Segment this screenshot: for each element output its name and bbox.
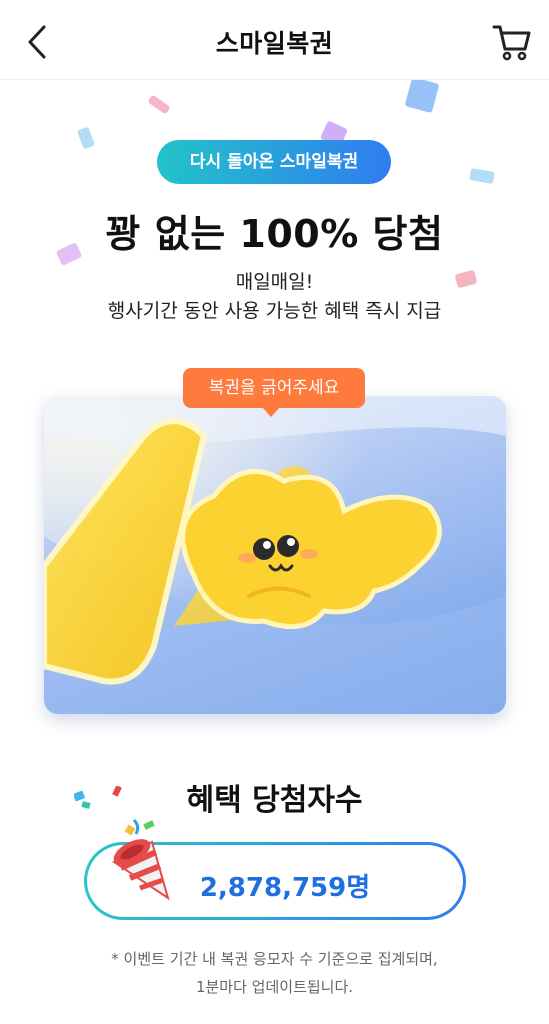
event-title: 꽝 없는 100% 당첨	[105, 212, 444, 256]
scratch-tooltip: 복권을 긁어주세요	[183, 368, 365, 408]
footnote-line2: 1분마다 업데이트됩니다.	[195, 978, 354, 996]
top-app-bar: 스마일복권	[0, 0, 549, 80]
confetti-decoration	[76, 126, 96, 150]
confetti-decoration	[147, 94, 171, 115]
cart-icon	[492, 25, 531, 61]
event-subtitle-line2: 행사기간 동안 사용 가능한 혜택 즉시 지급	[107, 300, 442, 322]
party-popper-icon	[72, 785, 184, 906]
confetti-decoration	[469, 168, 495, 184]
page-title: 스마일복권	[215, 29, 334, 58]
tooltip-tail	[262, 407, 280, 417]
event-subtitle-line1: 매일매일!	[235, 271, 314, 293]
event-badge: 다시 돌아온 스마일복권	[157, 140, 391, 184]
confetti-decoration	[404, 76, 440, 114]
footnote-line1: * 이벤트 기간 내 복권 응모자 수 기준으로 집계되며,	[111, 950, 438, 968]
scratch-card[interactable]	[44, 396, 506, 714]
cart-button[interactable]	[491, 20, 533, 62]
scratch-card-illustration	[44, 396, 506, 714]
